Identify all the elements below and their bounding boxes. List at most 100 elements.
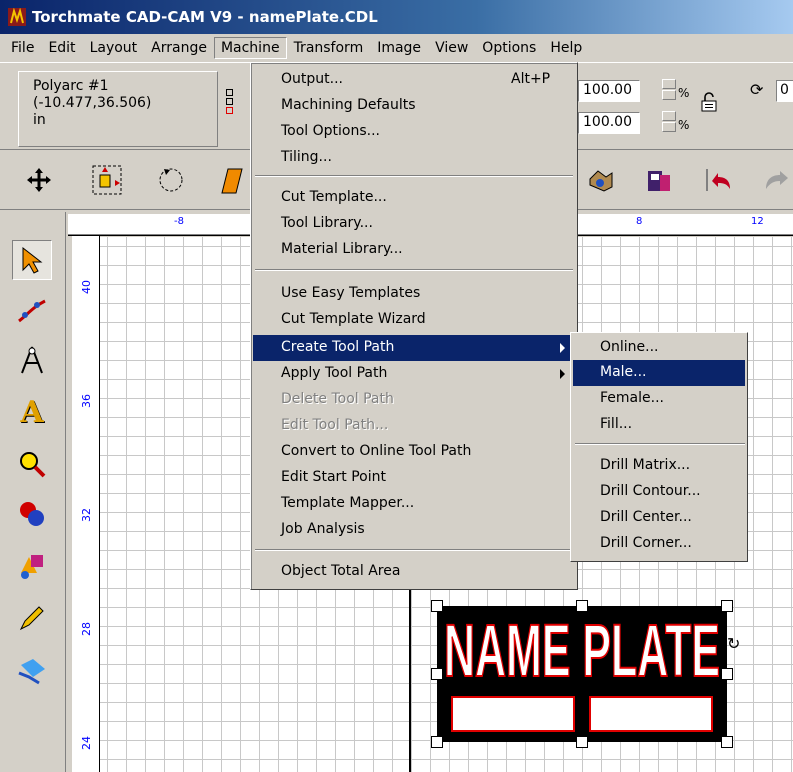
nameplate-object[interactable]: NAME PLATE xyxy=(437,606,727,742)
redo-icon[interactable] xyxy=(756,162,793,198)
rotate-icon: ⟳ xyxy=(750,80,764,99)
ruler-label: 36 xyxy=(80,394,93,408)
submenu-item-male[interactable]: Male... xyxy=(573,360,745,386)
menu-separator xyxy=(255,269,573,271)
pencil-tool-icon[interactable] xyxy=(12,598,52,638)
menu-item-template-mapper[interactable]: Template Mapper... xyxy=(253,491,575,517)
submenu-item-drill-center[interactable]: Drill Center... xyxy=(573,505,745,531)
rotate-tool-icon[interactable] xyxy=(152,162,190,198)
menu-separator xyxy=(255,549,573,551)
submenu-item-fill[interactable]: Fill... xyxy=(573,412,745,438)
selection-coords: (-10.477,36.506) xyxy=(33,95,152,111)
lock-icon[interactable] xyxy=(700,92,718,112)
menu-help[interactable]: Help xyxy=(543,37,589,59)
vertical-ruler: 40 36 32 28 24 xyxy=(72,236,100,772)
selection-handle[interactable] xyxy=(721,668,733,680)
menu-image[interactable]: Image xyxy=(370,37,428,59)
menu-item-tiling[interactable]: Tiling... xyxy=(253,145,575,171)
menu-arrange[interactable]: Arrange xyxy=(144,37,214,59)
rotation-cursor-icon: ↻ xyxy=(727,634,741,653)
scale-x-percent: % xyxy=(678,86,690,100)
shapes-tool-icon[interactable] xyxy=(12,494,52,534)
nameplate-text-outline: NAME PLATE xyxy=(443,610,721,686)
menu-item-edit-tool-path: Edit Tool Path... xyxy=(281,417,389,433)
torchmate-app-icon xyxy=(8,7,26,26)
selection-handle[interactable] xyxy=(576,600,588,612)
selection-name: Polyarc #1 xyxy=(33,78,109,94)
menu-item-cut-template[interactable]: Cut Template... xyxy=(253,185,575,211)
selection-handle[interactable] xyxy=(576,736,588,748)
weld-icon[interactable] xyxy=(582,162,620,198)
nameplate-field-left xyxy=(451,696,575,732)
combine-icon[interactable] xyxy=(640,162,678,198)
menu-file[interactable]: File xyxy=(4,37,41,59)
nameplate-field-right xyxy=(589,696,713,732)
scale-y-spinner[interactable] xyxy=(662,111,676,133)
menu-separator xyxy=(255,175,573,177)
title-bar: Torchmate CAD-CAM V9 - namePlate.CDL xyxy=(0,0,793,34)
rotate-input[interactable]: 0 xyxy=(776,80,793,102)
zoom-tool-icon[interactable] xyxy=(12,444,52,484)
skew-icon[interactable] xyxy=(212,162,250,198)
menu-item-machining-defaults[interactable]: Machining Defaults xyxy=(253,93,575,119)
fill-tool-icon[interactable] xyxy=(12,546,52,586)
submenu-item-online[interactable]: Online... xyxy=(573,335,745,361)
menu-bar: File Edit Layout Arrange Machine Transfo… xyxy=(0,34,793,62)
node-edit-tool-icon[interactable] xyxy=(12,290,52,330)
ruler-label: 24 xyxy=(80,736,93,750)
drawing-tool-icon[interactable] xyxy=(12,340,52,380)
submenu-item-drill-corner[interactable]: Drill Corner... xyxy=(573,531,745,557)
menu-transform[interactable]: Transform xyxy=(287,37,371,59)
pointer-tool-icon[interactable] xyxy=(12,240,52,280)
menu-item-apply-tool-path[interactable]: Apply Tool Path xyxy=(253,361,575,387)
ruler-label: 32 xyxy=(80,508,93,522)
machine-menu: Output... Alt+P Machining Defaults Tool O… xyxy=(250,62,578,590)
scale-y-percent: % xyxy=(678,118,690,132)
menu-options[interactable]: Options xyxy=(475,37,543,59)
submenu-item-drill-matrix[interactable]: Drill Matrix... xyxy=(573,453,745,479)
scale-object-icon[interactable] xyxy=(88,162,126,198)
transform-tool-icon[interactable] xyxy=(12,650,52,690)
menu-item-create-tool-path[interactable]: Create Tool Path xyxy=(253,335,575,361)
nameplate-text: NAME PLATE xyxy=(444,610,720,686)
menu-item-tool-library[interactable]: Tool Library... xyxy=(253,211,575,237)
scale-y-input[interactable]: 100.00 xyxy=(578,112,640,134)
submenu-item-female[interactable]: Female... xyxy=(573,386,745,412)
move-icon[interactable] xyxy=(20,162,58,198)
menu-item-job-analysis[interactable]: Job Analysis xyxy=(253,517,575,543)
undo-icon[interactable] xyxy=(700,162,738,198)
text-tool-icon[interactable]: A xyxy=(12,392,52,432)
menu-separator xyxy=(575,443,745,445)
anchor-points-icon[interactable] xyxy=(226,87,248,127)
submenu-arrow-icon xyxy=(560,369,565,379)
menu-item-output[interactable]: Output... Alt+P xyxy=(253,67,575,93)
selection-info: Polyarc #1 (-10.477,36.506) in xyxy=(18,71,218,147)
scale-x-input[interactable]: 100.00 xyxy=(578,80,640,102)
menu-item-material-library[interactable]: Material Library... xyxy=(253,237,575,263)
window-title: Torchmate CAD-CAM V9 - namePlate.CDL xyxy=(32,8,378,26)
selection-handle[interactable] xyxy=(721,736,733,748)
menu-edit[interactable]: Edit xyxy=(41,37,82,59)
menu-item-tool-options[interactable]: Tool Options... xyxy=(253,119,575,145)
create-tool-path-submenu: Online... Male... Female... Fill... Dril… xyxy=(570,332,748,562)
scale-x-spinner[interactable] xyxy=(662,79,676,101)
menu-item-convert-online[interactable]: Convert to Online Tool Path xyxy=(253,439,575,465)
menu-item-object-total-area[interactable]: Object Total Area xyxy=(253,559,575,585)
selection-units: in xyxy=(33,112,46,128)
selection-handle[interactable] xyxy=(431,668,443,680)
ruler-label: 40 xyxy=(80,280,93,294)
menu-layout[interactable]: Layout xyxy=(83,37,145,59)
selection-handle[interactable] xyxy=(721,600,733,612)
menu-item-use-easy-templates[interactable]: Use Easy Templates xyxy=(253,281,575,307)
submenu-arrow-icon xyxy=(560,343,565,353)
origin-axis xyxy=(409,585,411,772)
menu-machine[interactable]: Machine xyxy=(213,37,287,59)
selection-handle[interactable] xyxy=(431,600,443,612)
menu-item-edit-start-point[interactable]: Edit Start Point xyxy=(253,465,575,491)
selection-handle[interactable] xyxy=(431,736,443,748)
menu-item-delete-tool-path: Delete Tool Path xyxy=(281,391,394,407)
menu-item-cut-template-wizard[interactable]: Cut Template Wizard xyxy=(253,307,575,333)
submenu-item-drill-contour[interactable]: Drill Contour... xyxy=(573,479,745,505)
menu-view[interactable]: View xyxy=(428,37,475,59)
tool-palette: A xyxy=(0,212,66,772)
